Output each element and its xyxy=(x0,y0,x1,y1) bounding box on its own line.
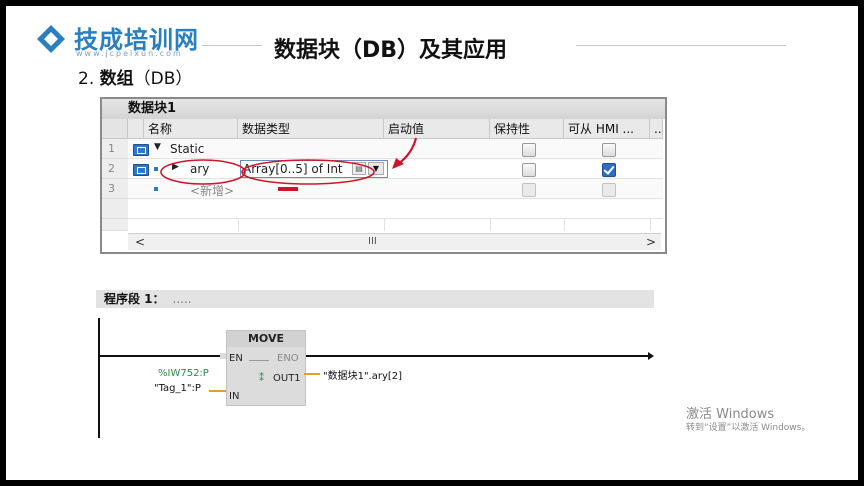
expand-arrow-icon[interactable]: ▶ xyxy=(172,162,179,172)
wire-end-arrow-icon xyxy=(648,352,654,360)
row-number: 3 xyxy=(102,179,128,199)
hmi-checkbox-checked[interactable] xyxy=(602,163,616,177)
diamond-logo-icon xyxy=(37,25,65,53)
slide: 技成培训网 www.jcpeixun.com 数据块（DB）及其应用 2. 数组… xyxy=(6,6,858,480)
column-header-hmi[interactable]: 可从 HMI ... xyxy=(564,119,650,139)
move-block-title: MOVE xyxy=(227,331,305,347)
move-block[interactable]: MOVE EN ENO ⁑ OUT1 IN xyxy=(226,330,306,406)
table-row[interactable] xyxy=(128,139,663,159)
out1-pin: OUT1 xyxy=(273,373,301,384)
scroll-left-button[interactable]: < xyxy=(132,235,148,249)
in-operand-tag[interactable]: "Tag_1":P xyxy=(154,383,201,394)
header-icon-col xyxy=(128,119,144,139)
power-rail xyxy=(98,318,100,438)
out-operand[interactable]: "数据块1".ary[2] xyxy=(323,367,402,382)
db-editor-window: 数据块1 名称 数据类型 启动值 保持性 可从 HMI ... .. 1 ▼ S… xyxy=(100,97,667,254)
in-wire xyxy=(209,390,226,392)
subtitle-suffix: （DB） xyxy=(133,69,193,89)
column-header-datatype[interactable]: 数据类型 xyxy=(238,119,384,139)
title-divider-left xyxy=(202,45,262,46)
row-number-empty xyxy=(102,219,128,231)
logo-url: www.jcpeixun.com xyxy=(76,49,183,58)
en-eno-line xyxy=(249,360,269,361)
retain-checkbox[interactable] xyxy=(522,163,536,177)
subtitle-bold: 数组 xyxy=(99,69,134,89)
scroll-thumb[interactable]: III xyxy=(368,236,377,247)
column-header-name[interactable]: 名称 xyxy=(144,119,238,139)
eno-pin: ENO xyxy=(277,353,299,364)
en-wire xyxy=(100,355,650,357)
db-editor-grid: 名称 数据类型 启动值 保持性 可从 HMI ... .. 1 ▼ Static… xyxy=(102,119,665,231)
add-new-row[interactable]: <新增> xyxy=(190,182,234,199)
row-number: 2 xyxy=(102,159,128,179)
wire-break xyxy=(220,353,226,359)
subtitle-number: 2. xyxy=(78,69,95,89)
member-marker-icon xyxy=(154,187,158,191)
in-pin: IN xyxy=(229,391,240,402)
column-header-start-value[interactable]: 启动值 xyxy=(384,119,490,139)
network-label: 程序段 1： xyxy=(104,292,165,306)
db-tag-icon xyxy=(133,144,149,156)
row-number-empty xyxy=(102,199,128,219)
datatype-value[interactable]: Array[0..5] of Int xyxy=(243,162,343,176)
network-header[interactable]: 程序段 1：..... xyxy=(96,290,654,308)
row-name[interactable]: Static xyxy=(170,142,204,156)
member-marker-icon xyxy=(154,167,158,171)
activation-watermark-text: 转到“设置”以激活 Windows。 xyxy=(686,423,811,433)
logo: 技成培训网 www.jcpeixun.com xyxy=(32,16,222,62)
db-editor-title: 数据块1 xyxy=(102,99,665,119)
dropdown-arrow-icon[interactable]: ▼ xyxy=(368,162,384,175)
retain-checkbox[interactable] xyxy=(522,183,536,197)
column-header-more[interactable]: .. xyxy=(650,119,663,139)
column-header-retain[interactable]: 保持性 xyxy=(490,119,564,139)
row-number: 1 xyxy=(102,139,128,159)
empty-row xyxy=(128,199,663,219)
horizontal-scrollbar[interactable]: < III > xyxy=(128,233,661,250)
page-title: 数据块（DB）及其应用 xyxy=(274,38,508,63)
hmi-checkbox[interactable] xyxy=(602,183,616,197)
title-divider-right xyxy=(576,45,786,46)
hmi-checkbox[interactable] xyxy=(602,143,616,157)
retain-checkbox[interactable] xyxy=(522,143,536,157)
en-pin: EN xyxy=(229,353,243,364)
scroll-right-button[interactable]: > xyxy=(643,235,659,249)
section-subtitle: 2. 数组（DB） xyxy=(78,64,192,89)
header-corner xyxy=(102,119,128,139)
db-tag-icon xyxy=(133,164,149,176)
out-multi-icon: ⁑ xyxy=(259,373,264,384)
network-comment[interactable]: ..... xyxy=(173,292,192,306)
out-wire xyxy=(304,373,320,375)
collapse-arrow-icon[interactable]: ▼ xyxy=(154,142,161,152)
row-name[interactable]: ary xyxy=(190,162,209,176)
datatype-browse-icon[interactable]: ▤ xyxy=(352,162,366,175)
in-operand-address[interactable]: %IW752:P xyxy=(158,368,209,379)
